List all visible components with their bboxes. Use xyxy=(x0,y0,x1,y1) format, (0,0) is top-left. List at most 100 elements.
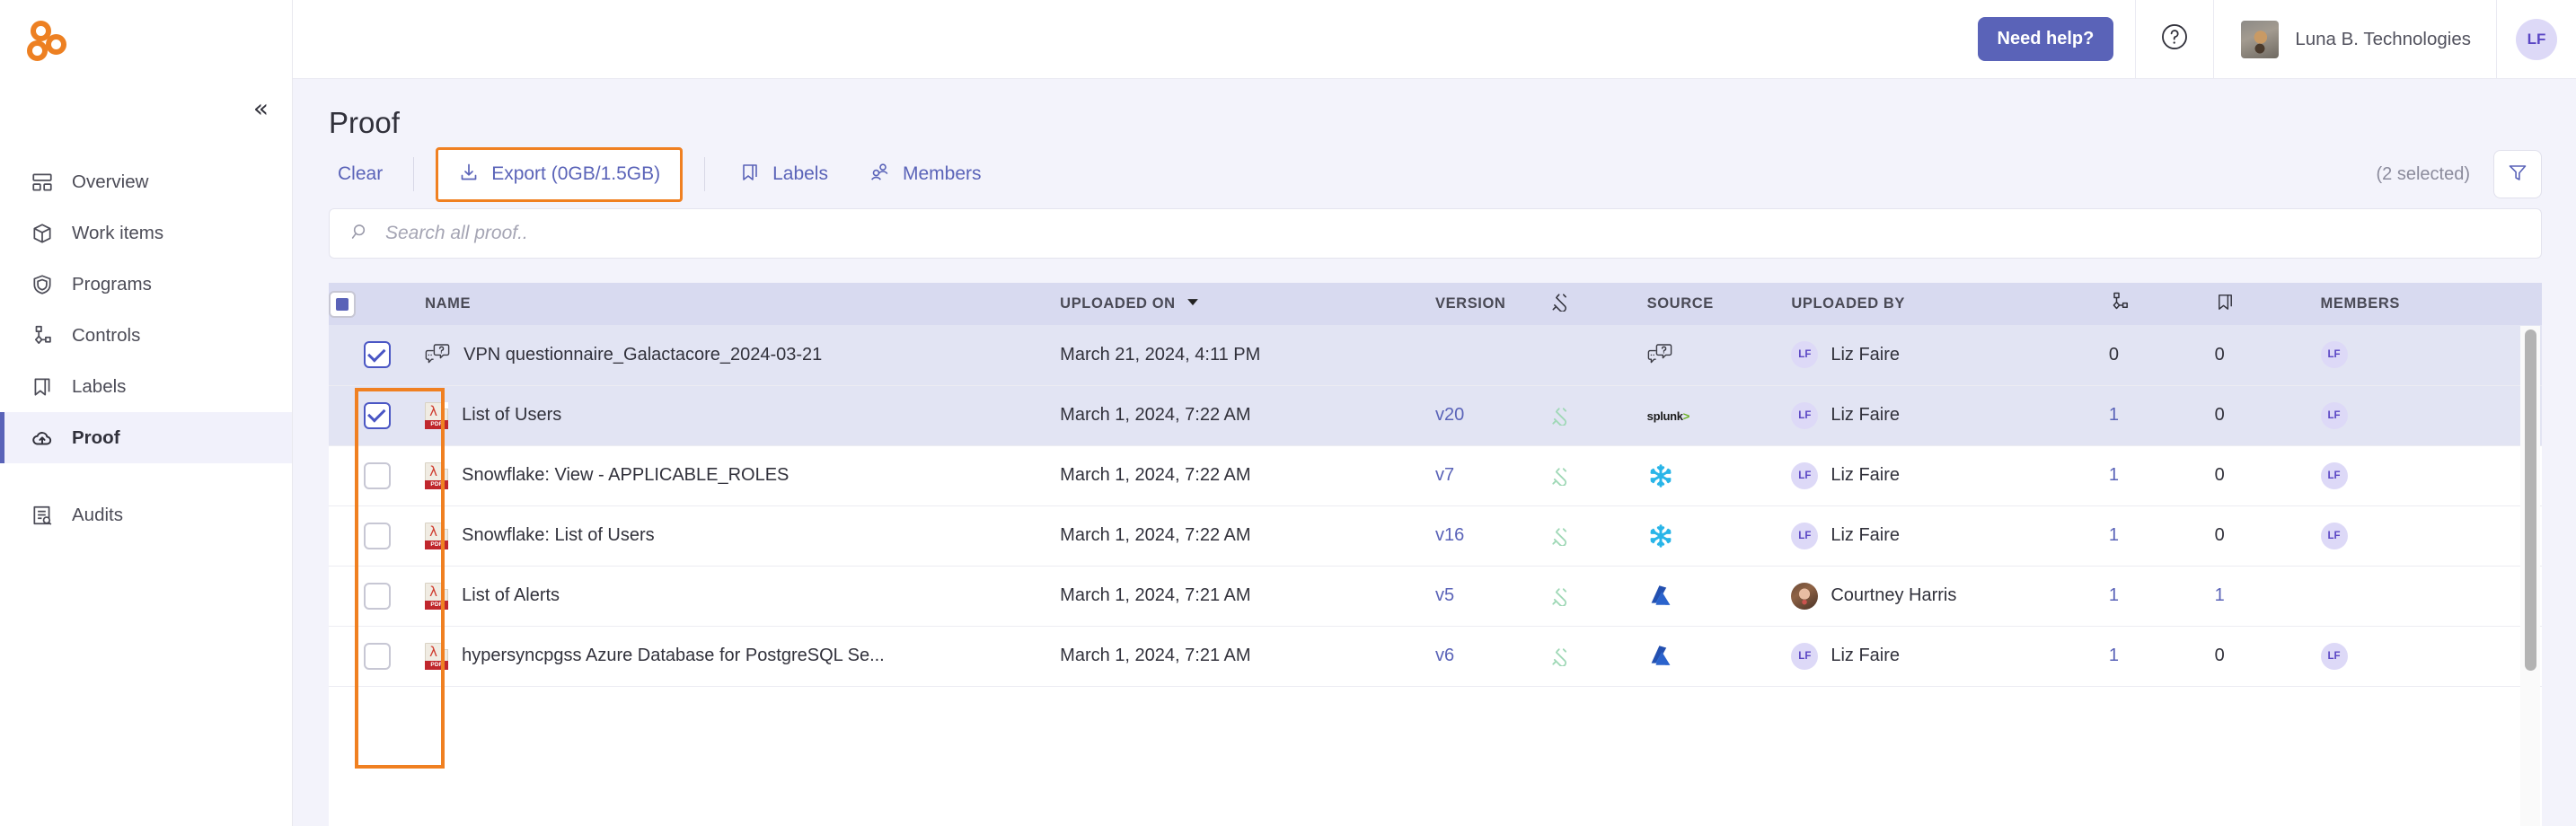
plug-icon xyxy=(1551,466,1647,486)
cell-name[interactable]: λ PDF Snowflake: List of Users xyxy=(425,505,1061,567)
sidebar-item-label: Programs xyxy=(72,273,152,294)
filter-button[interactable] xyxy=(2493,150,2542,198)
header-source[interactable]: SOURCE xyxy=(1646,283,1792,325)
cell-controls-count[interactable]: 1 xyxy=(2108,566,2215,627)
plug-icon xyxy=(1551,586,1647,606)
bookmark-icon xyxy=(31,375,54,399)
sidebar-item-label: Overview xyxy=(72,171,149,192)
cell-version[interactable]: v16 xyxy=(1434,505,1551,567)
org-switcher[interactable]: Luna B. Technologies xyxy=(2214,20,2496,58)
cell-controls-count[interactable]: 1 xyxy=(2108,385,2215,446)
cell-source: splunk> xyxy=(1646,385,1792,446)
table-row[interactable]: λ PDF List of Users March 1, 2024, 7:22 AM v… xyxy=(329,385,2542,446)
sidebar-item-label: Work items xyxy=(72,222,164,243)
row-checkbox[interactable] xyxy=(363,642,391,670)
row-checkbox[interactable] xyxy=(363,341,391,369)
row-select-cell xyxy=(329,385,426,446)
header-uploaded-on[interactable]: UPLOADED ON xyxy=(1060,283,1435,325)
sidebar-item-labels[interactable]: Labels xyxy=(0,361,292,412)
row-checkbox[interactable] xyxy=(363,522,391,549)
user-menu-button[interactable]: LF xyxy=(2497,18,2576,60)
clear-button[interactable]: Clear xyxy=(329,156,392,192)
cell-uploaded-on: March 1, 2024, 7:22 AM xyxy=(1060,505,1435,567)
pdf-icon: λ PDF xyxy=(425,642,449,670)
people-icon xyxy=(869,162,891,188)
cell-name[interactable]: λ PDF List of Alerts xyxy=(425,566,1061,627)
top-bar: Need help? Luna B. Technologies LF xyxy=(293,0,2576,79)
table-row[interactable]: λ PDF List of Alerts March 1, 2024, 7:21 AM… xyxy=(329,566,2542,627)
cell-name[interactable]: λ PDF List of Users xyxy=(425,385,1061,446)
table-scrollbar[interactable] xyxy=(2520,326,2540,826)
plug-icon xyxy=(1551,406,1647,426)
sidebar-item-overview[interactable]: Overview xyxy=(0,156,292,207)
file-name: List of Users xyxy=(462,405,562,425)
cell-members[interactable]: LF xyxy=(2320,385,2542,446)
sidebar-item-audits[interactable]: Audits xyxy=(0,489,292,540)
cell-members[interactable]: LF xyxy=(2320,445,2542,506)
sidebar-item-controls[interactable]: Controls xyxy=(0,310,292,361)
uploaded-by-name: Courtney Harris xyxy=(1831,585,1957,605)
scrollbar-thumb[interactable] xyxy=(2525,330,2536,671)
labels-count: 0 xyxy=(2214,465,2225,485)
cell-members[interactable]: LF xyxy=(2320,626,2542,687)
search-box[interactable] xyxy=(329,208,2542,259)
table-head: NAME UPLOADED ON VERSION SOURCE UPLOADED… xyxy=(329,283,2542,325)
logo-wrap[interactable] xyxy=(0,0,292,79)
need-help-button[interactable]: Need help? xyxy=(1977,17,2114,61)
table-row[interactable]: λ PDF Snowflake: List of Users March 1, 202… xyxy=(329,505,2542,567)
cell-members[interactable] xyxy=(2320,566,2542,627)
export-button[interactable]: Export (0GB/1.5GB) xyxy=(436,146,684,202)
cell-source xyxy=(1646,325,1792,386)
header-version[interactable]: VERSION xyxy=(1434,283,1551,325)
dashboard-icon xyxy=(31,171,54,194)
page-content: Proof Clear Export (0GB/1.5GB) Labels Me… xyxy=(293,79,2576,826)
header-uploaded-by[interactable]: UPLOADED BY xyxy=(1791,283,2109,325)
cell-version[interactable]: v20 xyxy=(1434,385,1551,446)
search-input[interactable] xyxy=(385,223,2521,244)
chevron-double-left-icon[interactable]: « xyxy=(248,92,270,125)
row-checkbox[interactable] xyxy=(363,401,391,429)
header-controls xyxy=(2108,283,2215,325)
help-button[interactable] xyxy=(2136,22,2213,57)
row-checkbox[interactable] xyxy=(363,582,391,610)
pdf-icon: λ PDF xyxy=(425,461,449,489)
table-row[interactable]: λ PDF hypersyncpgss Azure Database for Pos… xyxy=(329,626,2542,687)
header-members[interactable]: MEMBERS xyxy=(2320,283,2542,325)
table-row[interactable]: λ PDF Snowflake: View - APPLICABLE_ROLES Ma… xyxy=(329,445,2542,506)
cell-uploaded-by: LF Liz Faire xyxy=(1791,626,2109,687)
cell-source xyxy=(1646,505,1792,567)
cell-name[interactable]: λ PDF Snowflake: View - APPLICABLE_ROLES xyxy=(425,445,1061,506)
cell-members[interactable]: LF xyxy=(2320,505,2542,567)
cell-version[interactable]: v5 xyxy=(1434,566,1551,627)
file-name: Snowflake: List of Users xyxy=(462,525,655,545)
avatar: LF xyxy=(2320,341,2348,369)
select-all-checkbox[interactable] xyxy=(329,290,356,318)
avatar: LF xyxy=(1791,522,1819,549)
cell-plug xyxy=(1550,385,1647,446)
main-area: Need help? Luna B. Technologies LF Proof… xyxy=(293,0,2576,826)
cell-name[interactable]: λ PDF hypersyncpgss Azure Database for Pos… xyxy=(425,626,1061,687)
cell-version[interactable]: v7 xyxy=(1434,445,1551,506)
sidebar-item-proof[interactable]: Proof xyxy=(0,412,292,463)
cell-members[interactable]: LF xyxy=(2320,325,2542,386)
cell-labels-count[interactable]: 1 xyxy=(2214,566,2321,627)
sidebar-item-work-items[interactable]: Work items xyxy=(0,207,292,259)
cell-controls-count[interactable]: 1 xyxy=(2108,445,2215,506)
sidebar-item-programs[interactable]: Programs xyxy=(0,259,292,310)
labels-button[interactable]: Labels xyxy=(727,154,841,195)
cell-controls-count[interactable]: 1 xyxy=(2108,626,2215,687)
header-name[interactable]: NAME xyxy=(425,283,1061,325)
toolbar-divider-2 xyxy=(704,157,706,191)
row-select-cell xyxy=(329,445,426,506)
cell-uploaded-on: March 1, 2024, 7:22 AM xyxy=(1060,385,1435,446)
row-checkbox[interactable] xyxy=(363,461,391,489)
cell-version[interactable] xyxy=(1434,325,1551,386)
members-button[interactable]: Members xyxy=(857,154,994,195)
version-link: v20 xyxy=(1434,405,1465,425)
header-name-label: NAME xyxy=(425,295,472,312)
cell-version[interactable]: v6 xyxy=(1434,626,1551,687)
cell-controls-count[interactable]: 1 xyxy=(2108,505,2215,567)
cell-name[interactable]: VPN questionnaire_Galactacore_2024-03-21 xyxy=(425,325,1061,386)
export-label: Export (0GB/1.5GB) xyxy=(491,163,661,184)
table-row[interactable]: VPN questionnaire_Galactacore_2024-03-21… xyxy=(329,325,2542,386)
